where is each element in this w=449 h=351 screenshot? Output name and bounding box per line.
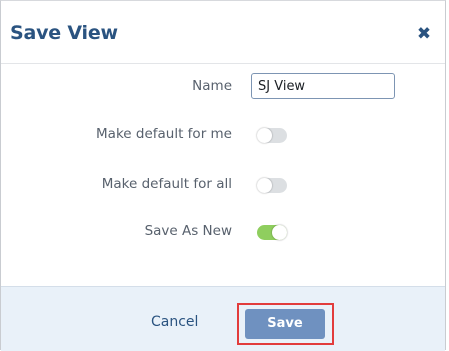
cancel-button[interactable]: Cancel [151,314,198,330]
save-button[interactable]: Save [245,309,325,339]
save-as-new-toggle[interactable] [257,225,287,240]
dialog-header: Save View ✖ [1,1,445,64]
toggle-knob [272,225,287,240]
toggle-knob [257,128,272,143]
make-default-for-all-toggle[interactable] [257,178,287,193]
dialog-title: Save View [10,22,118,44]
save-view-dialog: Save View ✖ Name Make default for me Mak… [0,0,446,351]
toggle-knob [257,178,272,193]
name-input[interactable] [251,73,395,99]
name-label: Name [192,78,232,94]
make-default-for-me-label: Make default for me [96,126,232,142]
close-icon[interactable]: ✖ [415,25,433,43]
make-default-for-all-label: Make default for all [101,176,232,192]
make-default-for-me-toggle[interactable] [257,128,287,143]
dialog-footer: Cancel Save [1,286,445,351]
save-as-new-label: Save As New [144,223,232,239]
